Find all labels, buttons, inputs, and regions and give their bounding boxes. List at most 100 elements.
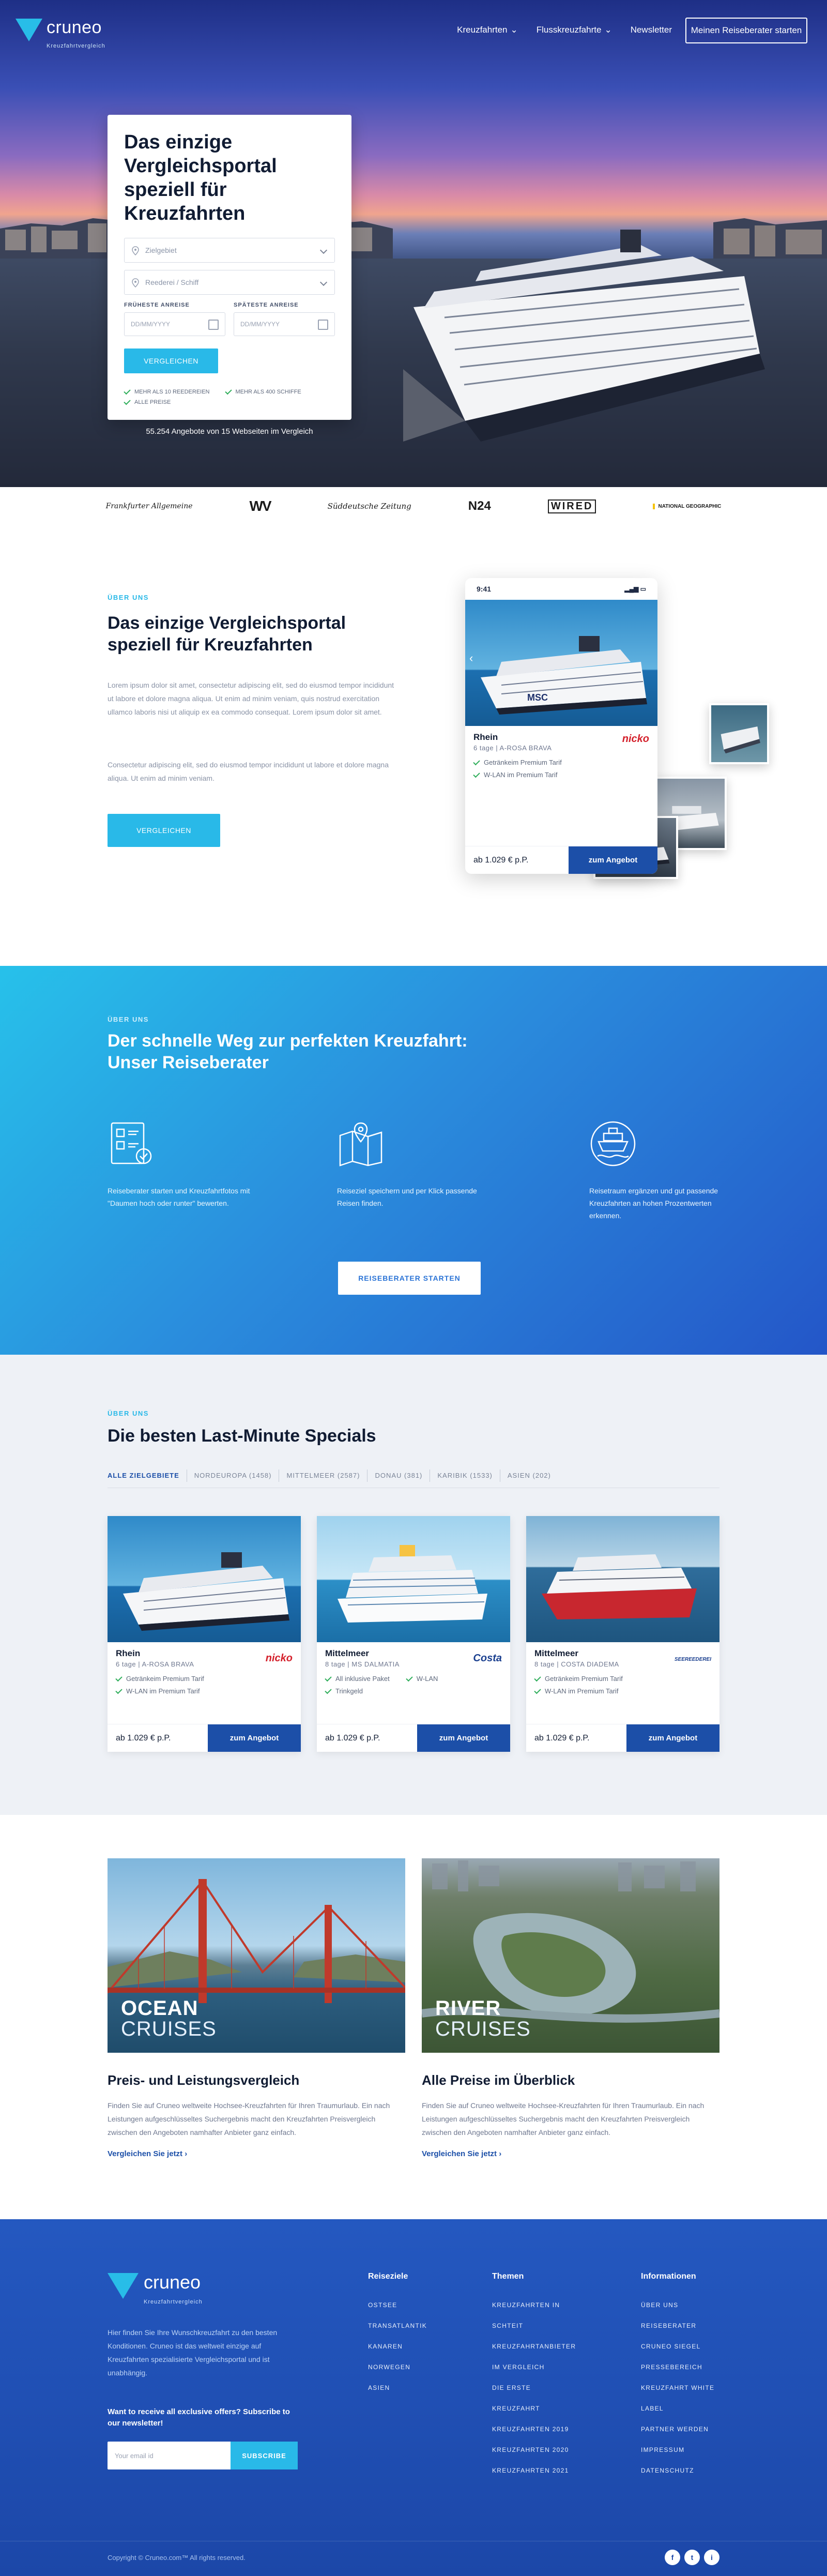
footer-link[interactable]: IM VERGLEICH (492, 2357, 576, 2377)
footer-link[interactable]: ASIEN (368, 2377, 427, 2398)
footer-link[interactable]: KREUZFAHRT (492, 2398, 576, 2419)
advisor-step-text: Reiseberater starten und Kreuzfahrtfotos… (108, 1187, 250, 1207)
chevron-down-icon: ⌄ (510, 25, 518, 35)
earliest-date-label: FRÜHESTE ANREISE (124, 302, 190, 308)
pillar-title: Alle Preise im Überblick (422, 2072, 575, 2088)
press-logo: WIRED (547, 499, 596, 513)
footer-link[interactable]: IMPRESSUM (641, 2439, 714, 2460)
feature-item: Getränkeim Premium Tarif (115, 1673, 212, 1685)
footer-link[interactable]: KREUZFAHRTEN 2020 (492, 2439, 576, 2460)
deal-info: nicko Rhein 6 tage | A-ROSA BRAVA Geträn… (465, 726, 657, 787)
compare-button[interactable]: VERGLEICHEN (108, 814, 220, 847)
tab-mittelmeer[interactable]: MITTELMEER (2587) (279, 1469, 368, 1482)
footer-link[interactable]: KANAREN (368, 2336, 427, 2357)
footer-link[interactable]: NORWEGEN (368, 2357, 427, 2377)
deal-card[interactable]: Costa Mittelmeer 8 tage | MS DALMATIA Al… (317, 1516, 510, 1752)
phone-status-bar: 9:41 ▂▄▆ ▭ (465, 578, 657, 600)
footer-link[interactable]: REISEBERATER (641, 2315, 714, 2336)
copyright: Copyright © Cruneo.com™ All rights reser… (108, 2554, 246, 2562)
check-icon (224, 387, 232, 395)
footer-link[interactable]: LABEL (641, 2398, 714, 2419)
about-paragraph: Consectetur adipiscing elit, sed do eius… (108, 761, 389, 782)
deal-card[interactable]: SEEREEDEREI Mittelmeer 8 tage | COSTA DI… (526, 1516, 719, 1752)
phone-mockup: 9:41 ▂▄▆ ▭ MSC ‹ nicko Rhein 6 tage | A-… (465, 578, 657, 874)
check-icon (115, 1687, 122, 1694)
deal-features: Getränkeim Premium Tarif W-LAN im Premiu… (534, 1672, 711, 1697)
brand-logo[interactable]: cruneo Kreuzfahrtvergleich (16, 19, 105, 55)
phone-time: 9:41 (477, 585, 492, 593)
pillar-text: Finden Sie auf Cruneo weltweite Hochsee-… (422, 2101, 705, 2136)
chevron-down-icon: ⌄ (604, 25, 612, 35)
earliest-date-input[interactable]: DD/MM/YYYY (124, 312, 225, 336)
compare-now-link[interactable]: Vergleichen Sie jetzt › (422, 2149, 719, 2158)
footer-column-informationen: Informationen ÜBER UNS REISEBERATER CRUN… (641, 2272, 714, 2481)
destination-select[interactable]: Zielgebiet (124, 238, 335, 263)
footer-logo[interactable]: cruneo Kreuzfahrtvergleich (108, 2273, 203, 2311)
twitter-icon[interactable]: t (684, 2550, 700, 2565)
cruise-types-section: OCEAN CRUISES Preis- und Leistungsverglei… (0, 1815, 827, 2219)
footer-link[interactable]: KREUZFAHRTANBIETER (492, 2336, 576, 2357)
footer-link[interactable]: DATENSCHUTZ (641, 2460, 714, 2481)
map-icon (339, 1122, 382, 1166)
deal-offer-button[interactable]: zum Angebot (417, 1724, 510, 1752)
feature-item: Trinkgeld (325, 1686, 371, 1697)
check-item: MEHR ALS 10 REEDEREIEN (124, 387, 210, 395)
last-minute-section: ÜBER UNS Die besten Last-Minute Specials… (0, 1355, 827, 1815)
deal-offer-button[interactable]: zum Angebot (208, 1724, 301, 1752)
chevron-left-icon[interactable]: ‹ (469, 651, 473, 665)
deal-image (526, 1516, 719, 1642)
search-title: Das einzige Vergleichsportal speziell fü… (124, 131, 277, 224)
footer-link[interactable]: PARTNER WERDEN (641, 2419, 714, 2439)
footer-link[interactable]: PRESSEBEREICH (641, 2357, 714, 2377)
nav-item-flusskreuzfahrte[interactable]: Flusskreuzfahrte ⌄ (537, 25, 612, 35)
compare-button[interactable]: VERGLEICHEN (124, 348, 218, 373)
about-section: ÜBER UNS Das einzige Vergleichsportal sp… (0, 525, 827, 966)
nav-item-kreuzfahrten[interactable]: Kreuzfahrten ⌄ (457, 25, 518, 35)
svg-text:MSC: MSC (527, 692, 548, 703)
feature-item: W-LAN (406, 1673, 447, 1685)
tab-nordeuropa[interactable]: NORDEUROPA (1458) (187, 1469, 280, 1482)
tab-asien[interactable]: ASIEN (202) (500, 1469, 558, 1482)
tab-karibik[interactable]: KARIBIK (1533) (430, 1469, 500, 1482)
deal-price: ab 1.029 € p.P. (325, 1733, 380, 1742)
latest-date-input[interactable]: DD/MM/YYYY (234, 312, 335, 336)
river-cruises-image[interactable]: RIVER CRUISES (421, 1858, 720, 2053)
footer-link[interactable]: KREUZFAHRT WHITE (641, 2377, 714, 2398)
footer-link[interactable]: KREUZFAHRTEN 2021 (492, 2460, 576, 2481)
compare-now-link[interactable]: Vergleichen Sie jetzt › (108, 2149, 405, 2158)
footer-link[interactable]: KREUZFAHRTEN IN (492, 2295, 576, 2315)
footer-link[interactable]: TRANSATLANTIK (368, 2315, 427, 2336)
tab-donau[interactable]: DONAU (381) (367, 1469, 431, 1482)
advisor-step-text: Reiseziel speichern und per Klick passen… (337, 1187, 477, 1207)
ocean-cruises-image[interactable]: OCEAN CRUISES (106, 1858, 406, 2053)
footer-link[interactable]: OSTSEE (368, 2295, 427, 2315)
footer-link[interactable]: KREUZFAHRTEN 2019 (492, 2419, 576, 2439)
deal-info: Mittelmeer 8 tage | COSTA DIADEMA Geträn… (526, 1642, 719, 1703)
region-filter-tabs: ALLE ZIELGEBIETE NORDEUROPA (1458) MITTE… (108, 1469, 719, 1488)
location-pin-icon (132, 278, 139, 287)
start-advisor-button[interactable]: Meinen Reiseberater starten (685, 18, 807, 43)
trust-checklist: MEHR ALS 10 REEDEREIEN MEHR ALS 400 SCHI… (124, 387, 335, 405)
subscribe-button[interactable]: SUBSCRIBE (231, 2442, 298, 2469)
instagram-icon[interactable]: i (704, 2550, 719, 2565)
footer-column-title: Reiseziele (368, 2272, 408, 2281)
tab-alle-zielgebiete[interactable]: ALLE ZIELGEBIETE (108, 1469, 187, 1482)
operator-logo: nicko (622, 733, 649, 745)
start-advisor-button[interactable]: REISEBERATER STARTEN (338, 1262, 481, 1295)
footer-link[interactable]: ÜBER UNS (641, 2295, 714, 2315)
newsletter-email-input[interactable]: Your email id (108, 2442, 231, 2469)
footer-link[interactable]: SCHTEIT (492, 2315, 576, 2336)
footer-link[interactable]: CRUNEO SIEGEL (641, 2336, 714, 2357)
footer-link[interactable]: DIE ERSTE (492, 2377, 576, 2398)
facebook-icon[interactable]: f (665, 2550, 680, 2565)
ship-select[interactable]: Reederei / Schiff (124, 270, 335, 295)
feature-item: W-LAN im Premium Tarif (473, 769, 566, 781)
section-eyebrow: ÜBER UNS (108, 594, 149, 601)
deal-offer-button[interactable]: zum Angebot (569, 846, 657, 874)
calendar-icon (318, 320, 328, 330)
deal-card[interactable]: nicko Rhein 6 tage | A-ROSA BRAVA Geträn… (108, 1516, 301, 1752)
press-logos: Frankfurter Allgemeine WV Süddeutsche Ze… (0, 487, 827, 525)
nav-item-newsletter[interactable]: Newsletter (631, 25, 672, 35)
deal-offer-button[interactable]: zum Angebot (626, 1724, 719, 1752)
footer-column-themen: Themen KREUZFAHRTEN IN SCHTEIT KREUZFAHR… (492, 2272, 576, 2481)
